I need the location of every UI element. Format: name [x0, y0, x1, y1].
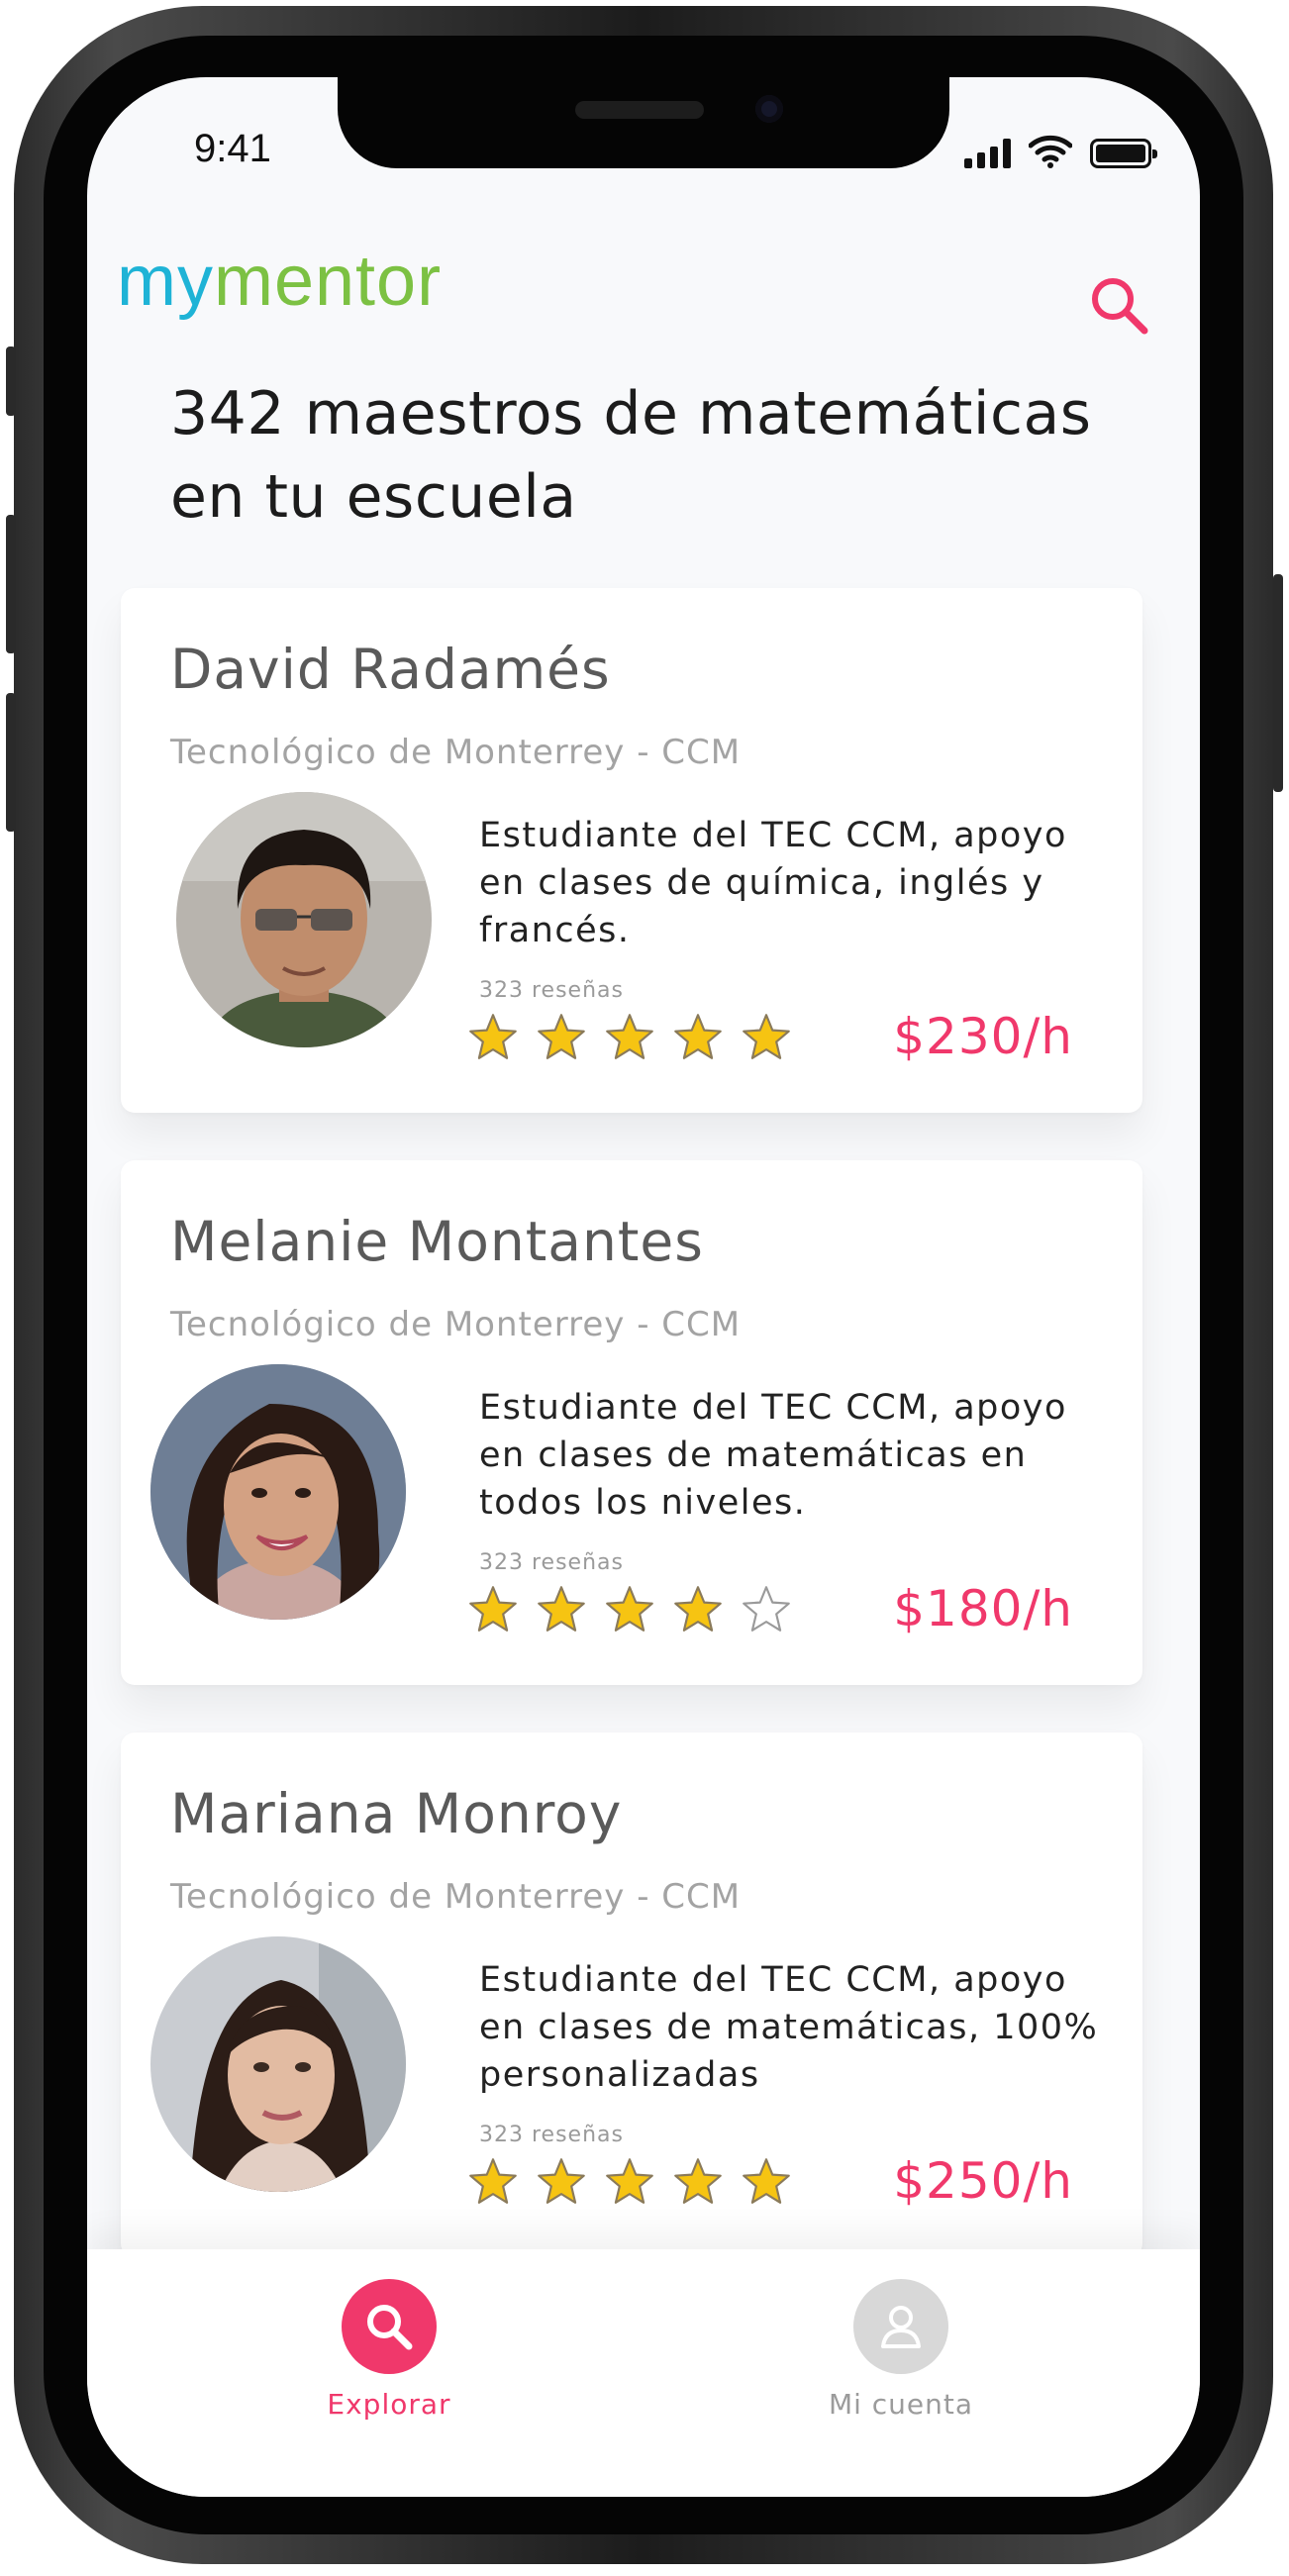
- search-icon[interactable]: [1089, 275, 1148, 335]
- app-logo: mymentor: [117, 246, 442, 317]
- review-count: 323 reseñas: [479, 1550, 624, 1575]
- mentor-price: $230/h: [893, 1008, 1073, 1065]
- account-icon-bg: [853, 2279, 948, 2374]
- star-filled-icon: [469, 2158, 517, 2204]
- volume-down-button: [6, 693, 16, 832]
- star-empty-icon: [743, 1586, 790, 1632]
- nav-account-label: Mi cuenta: [828, 2388, 974, 2421]
- mentor-description: Estudiante del TEC CCM, apoyo en clases …: [479, 1960, 1099, 2095]
- star-filled-icon: [674, 2158, 722, 2204]
- star-filled-icon: [538, 2158, 585, 2204]
- nav-explore[interactable]: Explorar: [241, 2279, 538, 2421]
- status-icons: [964, 129, 1157, 168]
- status-time: 9:41: [194, 127, 271, 170]
- mentor-description: Estudiante del TEC CCM, apoyo en clases …: [479, 816, 1067, 950]
- mentor-card[interactable]: Mariana Monroy Tecnológico de Monterrey …: [121, 1733, 1142, 2257]
- logo-mentor: mentor: [213, 242, 443, 321]
- mentor-price: $180/h: [893, 1580, 1073, 1637]
- mentor-name: Mariana Monroy: [170, 1782, 623, 1845]
- star-filled-icon: [606, 2158, 653, 2204]
- star-rating: [467, 1584, 792, 1635]
- mentor-school: Tecnológico de Monterrey - CCM: [170, 733, 742, 772]
- volume-up-button: [6, 515, 16, 653]
- review-count: 323 reseñas: [479, 2123, 624, 2147]
- mentor-name: Melanie Montantes: [170, 1210, 704, 1273]
- speaker: [575, 101, 704, 119]
- mentor-school: Tecnológico de Monterrey - CCM: [170, 1305, 742, 1344]
- nav-explore-label: Explorar: [327, 2388, 451, 2421]
- search-icon: [367, 2305, 413, 2350]
- nav-account[interactable]: Mi cuenta: [752, 2279, 1049, 2421]
- mentor-price: $250/h: [893, 2152, 1073, 2210]
- notch: [338, 77, 949, 168]
- mentor-name: David Radamés: [170, 638, 611, 701]
- mute-switch: [6, 347, 16, 416]
- mentor-card[interactable]: Melanie Montantes Tecnológico de Monterr…: [121, 1160, 1142, 1685]
- mentor-description: Estudiante del TEC CCM, apoyo en clases …: [479, 1388, 1067, 1523]
- signal-icon: [964, 139, 1011, 168]
- star-filled-icon: [674, 1014, 722, 1059]
- avatar: [176, 792, 432, 1047]
- star-rating: [467, 1012, 792, 1063]
- avatar: [150, 1364, 406, 1620]
- avatar: [150, 1936, 406, 2192]
- star-filled-icon: [606, 1586, 653, 1632]
- star-filled-icon: [743, 1014, 790, 1059]
- front-camera: [755, 95, 783, 123]
- user-icon: [881, 2306, 921, 2348]
- star-filled-icon: [538, 1014, 585, 1059]
- page-title: 342 maestros de matemáticas en tu escuel…: [170, 379, 1092, 532]
- star-filled-icon: [743, 2158, 790, 2204]
- mentor-school: Tecnológico de Monterrey - CCM: [170, 1877, 742, 1917]
- star-rating: [467, 2156, 792, 2208]
- phone-screen: 9:41 mymentor 342 maestros de matemática…: [87, 77, 1200, 2497]
- star-filled-icon: [469, 1586, 517, 1632]
- star-filled-icon: [469, 1014, 517, 1059]
- star-filled-icon: [606, 1014, 653, 1059]
- star-filled-icon: [674, 1586, 722, 1632]
- mentor-card[interactable]: David Radamés Tecnológico de Monterrey -…: [121, 588, 1142, 1113]
- wifi-icon: [1029, 135, 1072, 168]
- logo-my: my: [117, 242, 214, 321]
- star-filled-icon: [538, 1586, 585, 1632]
- bottom-nav: Explorar Mi cuenta: [87, 2249, 1200, 2497]
- explore-icon-bg: [342, 2279, 437, 2374]
- power-button: [1273, 574, 1283, 792]
- battery-icon: [1090, 139, 1157, 168]
- review-count: 323 reseñas: [479, 978, 624, 1003]
